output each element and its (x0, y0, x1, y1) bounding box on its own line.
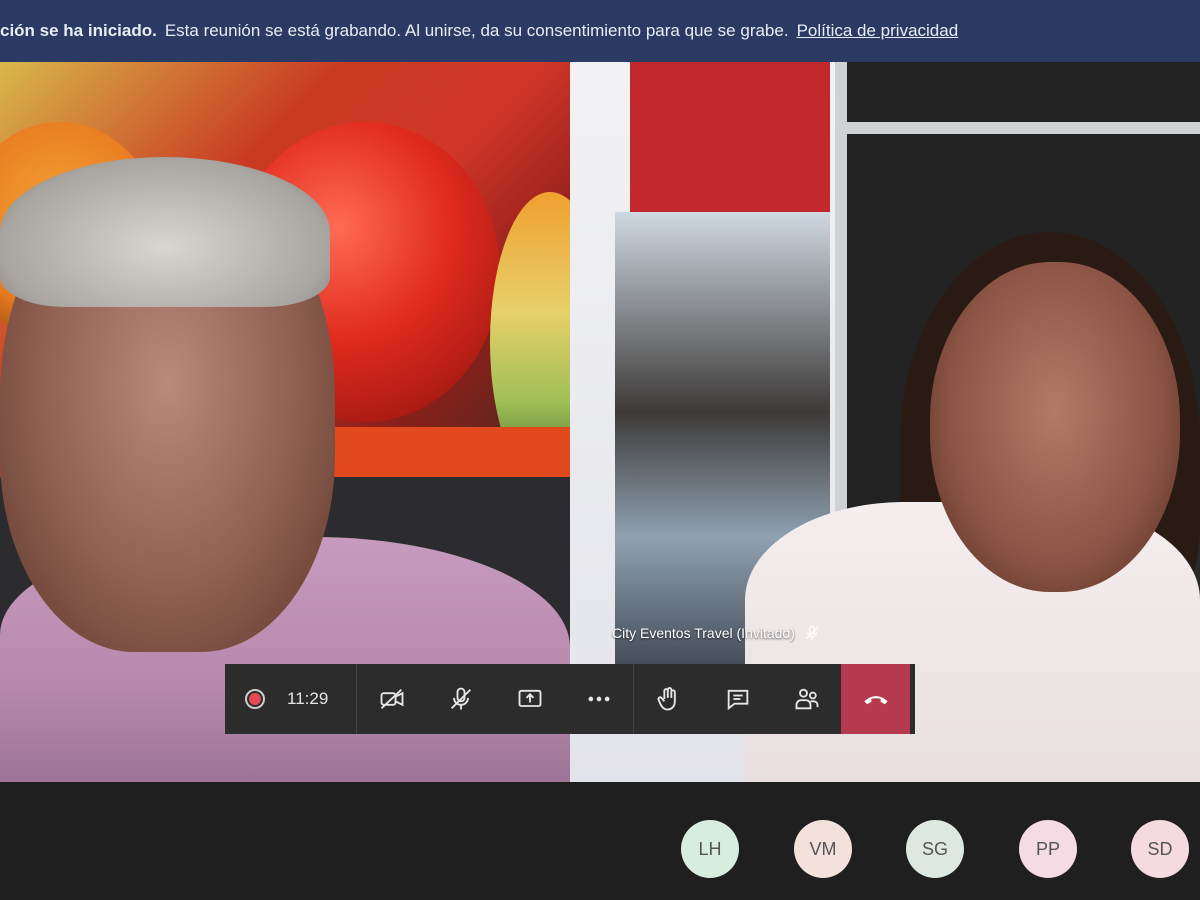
chat-icon (727, 689, 748, 711)
participants-bar: LH VM SG PP SD (0, 782, 1200, 900)
participant-hair (0, 157, 330, 307)
privacy-policy-link[interactable]: Política de privacidad (797, 21, 959, 41)
chat-button[interactable] (703, 664, 772, 734)
recording-consent-text: Esta reunión se está grabando. Al unirse… (164, 21, 789, 40)
hand-icon (657, 687, 676, 711)
share-icon (518, 689, 541, 707)
participants-button[interactable] (772, 664, 841, 734)
participant-video-right (930, 262, 1180, 592)
raise-hand-button[interactable] (634, 664, 703, 734)
people-icon (795, 688, 818, 710)
mic-off-icon (450, 687, 471, 710)
mic-toggle-button[interactable] (426, 664, 495, 734)
recording-status: 11:29 (225, 664, 357, 734)
camera-toggle-button[interactable] (357, 664, 426, 734)
control-buttons (357, 664, 915, 734)
phone-hangup-icon (863, 696, 888, 705)
share-screen-button[interactable] (495, 664, 564, 734)
more-options-button[interactable] (564, 664, 633, 734)
recording-banner: ción se ha iniciado. Esta reunión se est… (0, 0, 1200, 62)
more-icon (588, 696, 609, 702)
participant-avatar[interactable]: LH (681, 820, 739, 878)
meeting-controls: 11:29 (225, 664, 915, 734)
participant-avatar[interactable]: SD (1131, 820, 1189, 878)
hang-up-button[interactable] (841, 664, 910, 734)
shelf-board (845, 122, 1200, 134)
video-off-icon (380, 688, 403, 710)
participant-avatar[interactable]: SG (906, 820, 964, 878)
painting-frame (330, 427, 570, 477)
mic-off-icon (805, 625, 819, 640)
record-icon (245, 689, 265, 709)
participant-name: City Eventos Travel (Invitado) (612, 625, 795, 641)
poster-banner (630, 62, 830, 212)
recording-started-text: ción se ha iniciado. (0, 21, 157, 40)
call-timer: 11:29 (287, 689, 329, 708)
participant-name-tag: City Eventos Travel (Invitado) (612, 624, 821, 642)
participant-avatar[interactable]: PP (1019, 820, 1077, 878)
participant-avatar[interactable]: VM (794, 820, 852, 878)
